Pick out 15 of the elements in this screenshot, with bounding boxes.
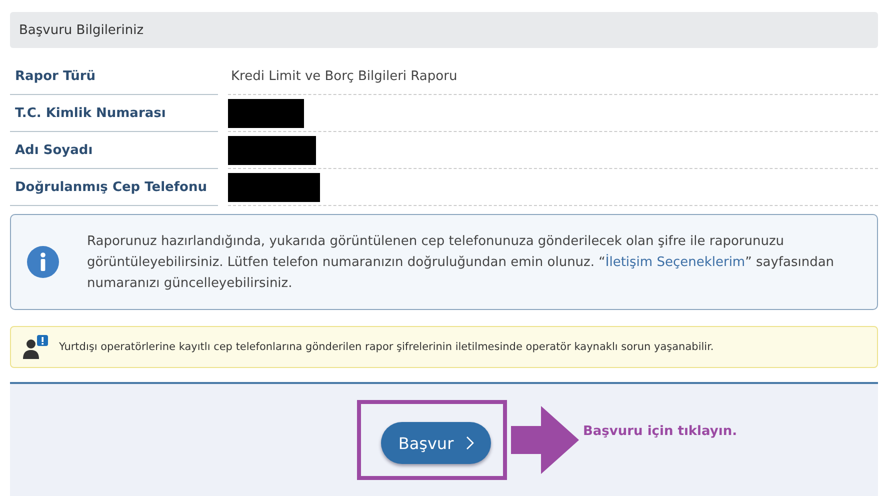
info-icon (27, 246, 59, 278)
person-alert-icon (23, 335, 49, 359)
field-value: Kredi Limit ve Borç Bilgileri Raporu (230, 68, 458, 84)
chevron-right-icon (466, 436, 474, 450)
panel-title: Başvuru Bilgileriniz (19, 22, 144, 38)
info-message: Raporunuz hazırlandığında, yukarıda görüntülenen cep telefonunuza gönderilecek olan şifre ile raporunuzu görüntüleyebilirsiniz. Lütfen telefon numaranızın doğruluğundan emin olunuz. “İletişim Seçeneklerim” sayfasından numaranızı güncelleyebilirsiniz. (87, 232, 836, 292)
arrow-icon (511, 406, 579, 474)
field-label: Doğrulanmış Cep Telefonu (10, 169, 218, 206)
apply-button[interactable]: Başvur (381, 422, 491, 464)
field-label: T.C. Kimlik Numarası (10, 95, 218, 132)
field-label: Rapor Türü (10, 58, 218, 95)
annotation-text: Başvuru için tıklayın. (583, 424, 738, 438)
warning-message: Yurtdışı operatörlerine kayıtlı cep telefonlarına gönderilen rapor şifrelerinin iletilmesinde operatör kaynaklı sorun yaşanabilir. (59, 341, 714, 353)
contact-options-link[interactable]: İletişim Seçeneklerim (605, 254, 746, 270)
field-label: Adı Soyadı (10, 132, 218, 169)
